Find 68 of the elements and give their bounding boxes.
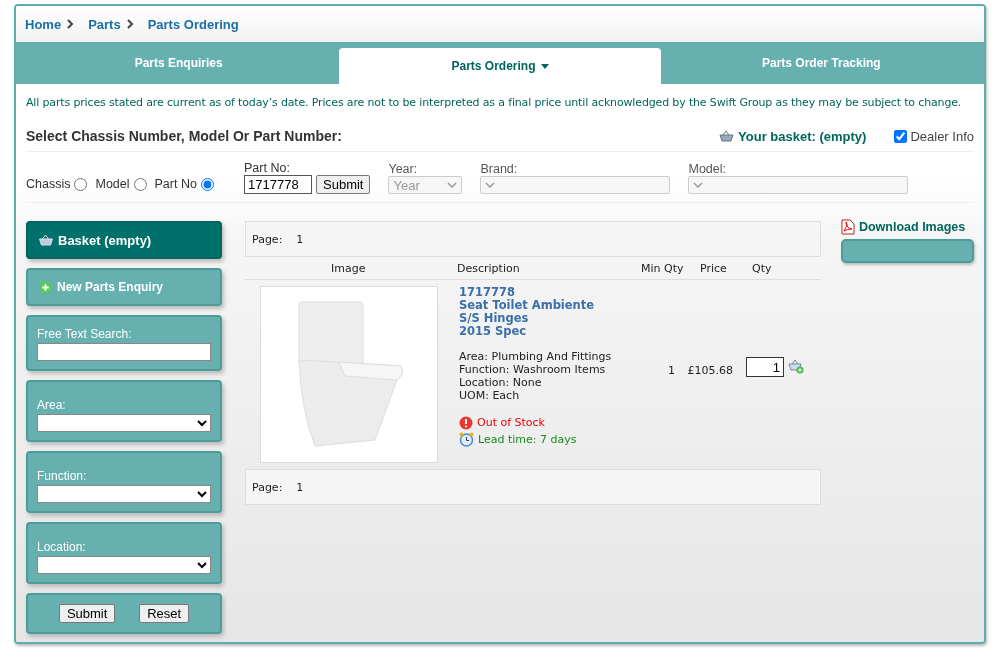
column-header: Price (700, 261, 728, 275)
page-label: Page: (252, 480, 283, 494)
download-images-link[interactable]: Download Images (840, 219, 974, 235)
form-button[interactable]: Submit (58, 604, 116, 623)
search-mode-radio[interactable] (133, 177, 147, 191)
page-number: 1 (296, 232, 304, 246)
min-qty-cell-text: 1 (667, 364, 675, 377)
page-number: 1 (296, 480, 304, 494)
page-label: Page: (252, 232, 283, 246)
chevron-down-icon (485, 182, 496, 188)
chevron-down-icon (197, 419, 207, 427)
radio-label: Chassis (26, 177, 71, 191)
search-mode-radio[interactable] (74, 177, 88, 191)
lead-time: Lead time: 7 days (478, 433, 577, 446)
part-no-field[interactable]: 1717778 (244, 175, 312, 194)
select-label: Model: (688, 162, 727, 176)
part-title: Seat Toilet Ambiente (459, 299, 596, 312)
basket-link[interactable]: Your basket: (empty) (719, 128, 867, 144)
column-header: Image (331, 261, 367, 275)
filter-label: Area: (37, 398, 67, 412)
search-mode-radio[interactable] (200, 177, 214, 191)
part-title: 2015 Spec (459, 325, 527, 338)
add-to-basket-icon[interactable] (788, 359, 804, 374)
basket-icon (719, 130, 735, 142)
breadcrumb-link[interactable]: Parts (88, 16, 121, 32)
plus-circle-icon (39, 280, 52, 294)
breadcrumb-link[interactable]: Parts Ordering (147, 16, 239, 32)
filter-dropdown[interactable] (37, 485, 211, 503)
price-notice: All parts prices stated are current as of today’s date. Prices are not to be interpreted as a final price until acknowledged by the Swift Group as they may be subject to change. (26, 96, 963, 109)
pdf-file-icon (840, 219, 855, 235)
free-text-field[interactable] (37, 343, 211, 361)
chevron-down-icon (693, 182, 704, 188)
filter-label: Location: (37, 540, 87, 554)
free-text-label: Free Text Search: (37, 327, 133, 341)
alarm-clock-icon (459, 432, 474, 447)
qty-field[interactable]: 1 (746, 357, 784, 377)
stock-status: Out of Stock (477, 416, 545, 429)
section-heading: Select Chassis Number, Model Or Part Number: (26, 128, 343, 144)
part-title: S/S Hinges (459, 312, 530, 325)
dealer-info-checkbox[interactable] (894, 129, 908, 143)
filter-label: Function: (37, 469, 88, 483)
part-detail: UOM: Each (459, 389, 521, 402)
exclamation-icon (459, 415, 473, 430)
basket-button[interactable]: Basket (empty) (26, 221, 222, 259)
dealer-info-label: Dealer Info (910, 128, 974, 144)
part-no-label: Part No: (244, 161, 291, 175)
form-button[interactable]: Reset (139, 604, 190, 623)
select-label: Brand: (480, 162, 519, 176)
radio-label: Model (95, 177, 130, 191)
nav-tab[interactable]: Parts Ordering (339, 48, 661, 84)
chevron-down-icon (197, 490, 207, 498)
filter-dropdown[interactable] (37, 414, 211, 432)
filter-dropdown[interactable] (37, 556, 211, 574)
submit-button[interactable]: Submit (316, 175, 371, 194)
column-header: Description (457, 261, 521, 275)
part-detail: Location: None (459, 376, 543, 389)
part-detail: Area: Plumbing And Fittings (459, 350, 613, 363)
select-label: Year: (388, 162, 419, 176)
price-cell-text: £105.68 (686, 364, 733, 377)
breadcrumb-link[interactable]: Home (25, 16, 62, 32)
chevron-down-icon (447, 182, 458, 188)
column-header: Min Qty (641, 261, 685, 275)
part-number-link[interactable]: 1717778 (459, 286, 649, 299)
radio-label: Part No (154, 177, 197, 191)
basket-icon (38, 234, 54, 246)
column-header: Qty (752, 261, 772, 275)
part-detail: Function: Washroom Items (459, 363, 607, 376)
chevron-down-icon (197, 561, 207, 569)
